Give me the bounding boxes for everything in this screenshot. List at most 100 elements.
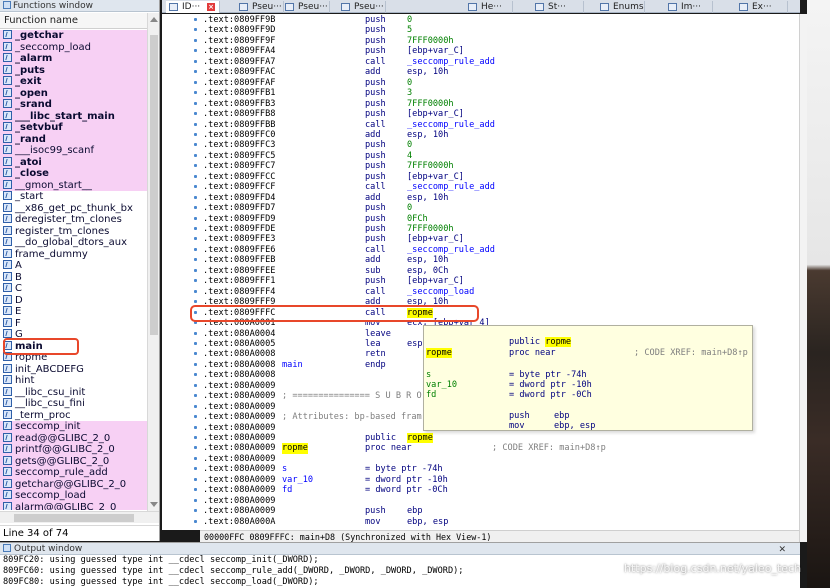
function-item[interactable]: seccomp_rule_add xyxy=(0,467,147,479)
line-label[interactable]: s xyxy=(282,464,287,474)
line-operand[interactable]: 7FFF0000h xyxy=(407,224,454,234)
function-item[interactable]: alarm@@GLIBC_2_0 xyxy=(0,501,147,510)
line-operand[interactable]: [ebp+var_C] xyxy=(407,109,464,119)
function-item[interactable]: __do_global_dtors_aux xyxy=(0,237,147,249)
line-operand[interactable]: 0 xyxy=(407,203,412,213)
line-operand[interactable]: 0 xyxy=(407,140,412,150)
line-operand[interactable]: 0 xyxy=(407,78,412,88)
function-item[interactable]: A xyxy=(0,260,147,272)
function-item[interactable]: __libc_csu_fini xyxy=(0,398,147,410)
disasm-line[interactable]: .text:0809FFF9 add esp, 10h xyxy=(162,297,799,307)
line-operand[interactable]: esp, 10h xyxy=(407,297,448,307)
function-item[interactable]: _getchar xyxy=(0,30,147,42)
line-operand[interactable]: ebp, esp xyxy=(407,517,448,527)
disasm-line[interactable]: .text:080A0009 s = byte ptr -74h xyxy=(162,464,799,474)
line-operand[interactable]: ropme xyxy=(407,433,433,444)
disasm-line[interactable]: .text:0809FFB8 push [ebp+var_C] xyxy=(162,109,799,119)
line-label[interactable]: main xyxy=(282,360,303,370)
line-xref-comment[interactable]: ; CODE XREF: main+D8↑p xyxy=(492,443,606,453)
function-item[interactable]: F xyxy=(0,317,147,330)
function-item[interactable]: read@@GLIBC_2_0 xyxy=(0,432,147,444)
disasm-line[interactable]: .text:0809FF9B push 0 xyxy=(162,15,799,25)
function-item[interactable]: ___libc_start_main xyxy=(0,110,147,122)
disasm-line[interactable]: .text:0809FFA7 call _seccomp_rule_add xyxy=(162,57,799,67)
function-item[interactable]: __gmon_start__ xyxy=(0,179,147,191)
disasm-line[interactable]: .text:0809FFCC push [ebp+var_C] xyxy=(162,172,799,182)
function-item[interactable]: C xyxy=(0,283,147,295)
function-item[interactable]: _start xyxy=(0,191,147,203)
disasm-line[interactable]: .text:0809FFDE push 7FFF0000h xyxy=(162,224,799,234)
line-operand[interactable]: esp, 10h xyxy=(407,193,448,203)
tab-1[interactable]: Pseu··· xyxy=(236,1,284,13)
disasm-line[interactable]: .text:080A0009 ropme proc near ; CODE XREF:… xyxy=(162,443,799,454)
line-operand[interactable]: [ebp+var_C] xyxy=(407,46,464,56)
disasm-line[interactable]: .text:0809FFF1 push [ebp+var_C] xyxy=(162,276,799,286)
disasm-line[interactable]: .text:0809FFB3 push 7FFF0000h xyxy=(162,99,799,109)
disasm-line[interactable]: .text:0809FFE3 push [ebp+var_C] xyxy=(162,234,799,244)
disasm-line[interactable]: .text:0809FF9D push 5 xyxy=(162,25,799,35)
line-operand[interactable]: _seccomp_rule_add xyxy=(407,57,495,67)
function-item[interactable]: hint xyxy=(0,375,147,387)
disasm-line[interactable]: .text:0809FFC5 push 4 xyxy=(162,151,799,161)
tab-5[interactable]: St··· xyxy=(532,1,584,13)
disasm-line[interactable]: .text:0809FFD9 push 0FCh xyxy=(162,214,799,224)
tab-close-icon[interactable]: × xyxy=(207,3,215,11)
scroll-up-arrow-icon[interactable] xyxy=(150,17,158,22)
line-label[interactable]: var_10 xyxy=(282,475,313,485)
line-operand[interactable]: _seccomp_rule_add xyxy=(407,182,495,192)
tab-7[interactable]: Im··· xyxy=(665,1,713,13)
line-operand[interactable]: _seccomp_rule_add xyxy=(407,245,495,255)
disasm-line[interactable]: .text:0809FFF4 call _seccomp_load xyxy=(162,287,799,297)
scroll-thumb[interactable] xyxy=(150,35,158,335)
function-item[interactable]: _close xyxy=(0,168,147,180)
tab-2[interactable]: Pseu··· xyxy=(282,1,330,13)
function-item[interactable]: ___isoc99_scanf xyxy=(0,145,147,157)
functions-vertical-scrollbar[interactable] xyxy=(147,13,159,511)
hscroll-thumb[interactable] xyxy=(14,514,134,522)
line-operand[interactable]: ebp xyxy=(407,506,423,516)
function-item[interactable]: printf@@GLIBC_2_0 xyxy=(0,444,147,456)
disasm-line[interactable]: .text:0809FFC0 add esp, 10h xyxy=(162,130,799,140)
line-label[interactable]: ropme xyxy=(282,443,308,454)
line-operand[interactable]: esp, 0Ch xyxy=(407,266,448,276)
disasm-line[interactable]: .text:0809FFBB call _seccomp_rule_add xyxy=(162,120,799,130)
function-item[interactable]: ropme xyxy=(0,352,147,364)
function-item[interactable]: E xyxy=(0,306,147,318)
line-operand[interactable]: 0FCh xyxy=(407,214,428,224)
disasm-line[interactable]: .text:080A0009 xyxy=(162,454,799,464)
line-operand[interactable]: 3 xyxy=(407,88,412,98)
function-item[interactable]: _atoi xyxy=(0,156,147,168)
disasm-line[interactable]: .text:0809FFC3 push 0 xyxy=(162,140,799,150)
disasm-line[interactable]: .text:0809FFB1 push 3 xyxy=(162,88,799,98)
line-operand[interactable]: esp, 10h xyxy=(407,255,448,265)
function-item[interactable]: frame_dummy xyxy=(0,248,147,261)
disasm-vertical-scrollbar[interactable] xyxy=(799,14,807,542)
function-item[interactable]: getchar@@GLIBC_2_0 xyxy=(0,478,147,490)
function-item[interactable]: D xyxy=(0,294,147,307)
line-operand[interactable]: [ebp+var_C] xyxy=(407,172,464,182)
tab-0[interactable]: ID··· × xyxy=(166,1,220,13)
function-item[interactable]: __libc_csu_init xyxy=(0,386,147,399)
line-operand[interactable]: 7FFF0000h xyxy=(407,161,454,171)
line-operand[interactable]: 7FFF0000h xyxy=(407,36,454,46)
disasm-line[interactable]: .text:0809FFA4 push [ebp+var_C] xyxy=(162,46,799,56)
function-item[interactable]: _seccomp_load xyxy=(0,41,147,53)
function-item[interactable]: __x86_get_pc_thunk_bx xyxy=(0,202,147,215)
disasm-line[interactable]: .text:080A0009 xyxy=(162,496,799,506)
function-item[interactable]: deregister_tm_clones xyxy=(0,214,147,226)
function-item[interactable]: _srand xyxy=(0,99,147,111)
functions-horizontal-scrollbar[interactable] xyxy=(0,511,159,523)
function-item[interactable]: gets@@GLIBC_2_0 xyxy=(0,455,147,467)
function-item[interactable]: _exit xyxy=(0,76,147,88)
function-item[interactable]: _puts xyxy=(0,64,147,76)
disasm-line[interactable]: .text:080A000A mov ebp, esp xyxy=(162,517,799,527)
disasm-line[interactable]: .text:0809FFFC call ropme xyxy=(162,307,799,319)
function-item[interactable]: _alarm xyxy=(0,53,147,65)
disasm-line[interactable]: .text:0809FFD7 push 0 xyxy=(162,203,799,213)
function-item[interactable]: init_ABCDEFG xyxy=(0,363,147,376)
tab-6[interactable]: Enums xyxy=(597,1,645,13)
disasm-line[interactable]: .text:0809FFAC add esp, 10h xyxy=(162,67,799,77)
function-item[interactable]: _rand xyxy=(0,133,147,145)
disasm-line[interactable]: .text:080A0009 var_10 = dword ptr -10h xyxy=(162,475,799,485)
close-icon[interactable]: ✕ xyxy=(778,544,786,556)
